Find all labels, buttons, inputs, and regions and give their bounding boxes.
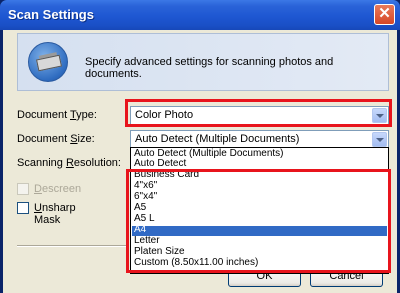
unsharp-mask-checkbox[interactable]: [17, 202, 29, 214]
dropdown-option[interactable]: Auto Detect: [134, 159, 186, 169]
scanning-resolution-label-pre: Scanning: [17, 157, 66, 169]
close-button[interactable]: ✕: [374, 4, 395, 25]
title-bar[interactable]: Scan Settings ✕: [0, 0, 400, 30]
unsharp-mask-label: Unsharp Mask: [34, 202, 76, 226]
scanning-resolution-label-key: R: [65, 157, 74, 169]
header-description: Specify advanced settings for scanning p…: [85, 56, 334, 80]
descreen-label: Descreen: [34, 183, 81, 195]
document-type-label: Document Type:: [17, 109, 97, 121]
dropdown-highlight-box: [126, 169, 391, 273]
close-icon: ✕: [378, 5, 391, 22]
header-band: Specify advanced settings for scanning p…: [17, 33, 389, 91]
descreen-label-key: D: [34, 183, 42, 195]
document-size-label-pre: Document: [17, 133, 71, 145]
scan-settings-window: Scan Settings ✕ Specify advanced setting…: [0, 0, 400, 293]
dialog-body: Specify advanced settings for scanning p…: [3, 30, 397, 293]
document-type-highlight-box: [125, 99, 392, 127]
document-type-label-post: ype:: [76, 109, 97, 121]
scanning-resolution-label-post: esolution:: [73, 157, 121, 169]
document-size-label-key: S: [70, 133, 78, 145]
divider: [17, 245, 129, 247]
document-size-label: Document Size:: [17, 133, 95, 145]
document-size-value: Auto Detect (Multiple Documents): [135, 133, 300, 145]
window-title: Scan Settings: [8, 7, 94, 22]
descreen-checkbox[interactable]: [17, 183, 29, 195]
scanner-icon: [28, 42, 68, 82]
unsharp-mask-label-key: U: [34, 202, 42, 214]
descreen-label-post: escreen: [41, 183, 82, 195]
document-size-label-post: ize:: [77, 133, 95, 145]
chevron-down-icon[interactable]: [372, 132, 387, 147]
scanning-resolution-label: Scanning Resolution:: [17, 157, 121, 169]
document-type-label-pre: Document: [17, 109, 70, 121]
